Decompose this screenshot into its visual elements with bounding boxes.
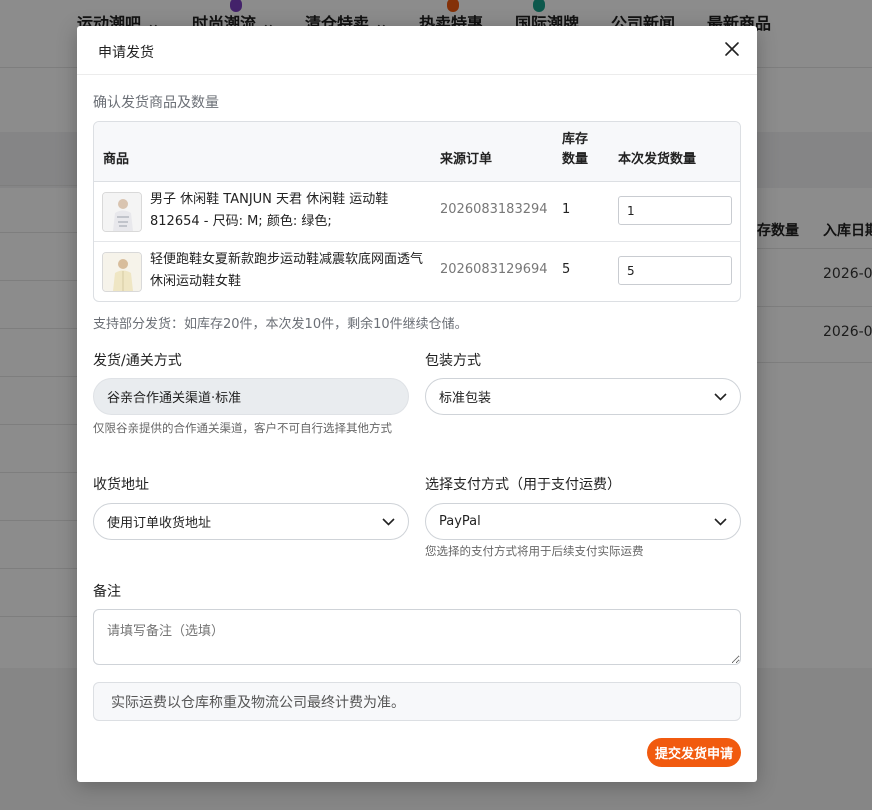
table-header-row: 商品 来源订单 库存 数量 本次发货数量: [94, 122, 740, 182]
order-number[interactable]: 2026083183294: [440, 202, 548, 217]
product-thumbnail: [102, 192, 142, 232]
quantity-input[interactable]: [618, 196, 732, 225]
product-image-icon: [103, 253, 141, 291]
packing-value: 标准包装: [439, 391, 492, 406]
stock-count: 5: [562, 262, 571, 277]
shipping-method-select: 谷亲合作通关渠道·标准: [93, 378, 409, 415]
address-select[interactable]: 使用订单收货地址: [93, 503, 409, 540]
product-name: 轻便跑鞋女夏新款跑步运动鞋减震软底网面透气休闲运动鞋女鞋: [150, 252, 424, 289]
partial-shipment-hint: 支持部分发货：如库存20件，本次发10件，剩余10件继续仓储。: [93, 317, 468, 332]
items-table: 商品 来源订单 库存 数量 本次发货数量 男子 休闲鞋 TANJUN 天君 休闲…: [93, 121, 741, 302]
dialog-header: 申请发货: [77, 26, 757, 75]
shipping-method-label: 发货/通关方式: [93, 353, 182, 369]
dialog-title: 申请发货: [98, 45, 154, 61]
address-label: 收货地址: [93, 477, 149, 493]
packing-select[interactable]: 标准包装: [425, 378, 741, 415]
order-number[interactable]: 2026083129694: [440, 262, 548, 277]
th-order: 来源订单: [440, 152, 493, 167]
chevron-down-icon: [714, 392, 727, 401]
freight-notice-text: 实际运费以仓库称重及物流公司最终计费为准。: [111, 694, 405, 711]
chevron-down-icon: [714, 517, 727, 526]
stock-count: 1: [562, 202, 571, 217]
address-value: 使用订单收货地址: [107, 516, 212, 531]
table-row: 男子 休闲鞋 TANJUN 天君 休闲鞋 运动鞋 812654 - 尺码: M;…: [94, 182, 740, 242]
submit-shipment-button[interactable]: 提交发货申请: [647, 738, 741, 767]
payment-hint: 您选择的支付方式将用于后续支付实际运费: [425, 544, 644, 558]
shipping-method-hint: 仅限谷亲提供的合作通关渠道，客户不可自行选择其他方式: [93, 421, 392, 435]
shipping-method-value: 谷亲合作通关渠道·标准: [107, 391, 242, 406]
product-name: 男子 休闲鞋 TANJUN 天君 休闲鞋 运动鞋 812654 - 尺码: M;…: [150, 192, 389, 229]
remarks-textarea[interactable]: [93, 609, 741, 665]
product-thumbnail: [102, 252, 142, 292]
freight-notice: 实际运费以仓库称重及物流公司最终计费为准。: [93, 682, 741, 721]
table-row: 轻便跑鞋女夏新款跑步运动鞋减震软底网面透气休闲运动鞋女鞋 20260831296…: [94, 242, 740, 301]
section-label: 确认发货商品及数量: [93, 95, 219, 111]
chevron-down-icon: [382, 517, 395, 526]
th-product: 商品: [103, 152, 130, 167]
packing-label: 包装方式: [425, 353, 481, 369]
payment-value: PayPal: [439, 514, 481, 529]
remarks-label: 备注: [93, 584, 121, 600]
quantity-input[interactable]: [618, 256, 732, 285]
th-qty: 本次发货数量: [618, 152, 697, 167]
shipment-request-dialog: 申请发货 确认发货商品及数量 商品 来源订单 库存 数量 本次发货数量 男子 休…: [77, 26, 757, 782]
th-stock: 库存 数量: [562, 132, 589, 167]
payment-select[interactable]: PayPal: [425, 503, 741, 540]
close-icon[interactable]: [723, 40, 741, 58]
product-image-icon: [103, 193, 141, 231]
payment-label: 选择支付方式（用于支付运费）: [425, 477, 621, 493]
